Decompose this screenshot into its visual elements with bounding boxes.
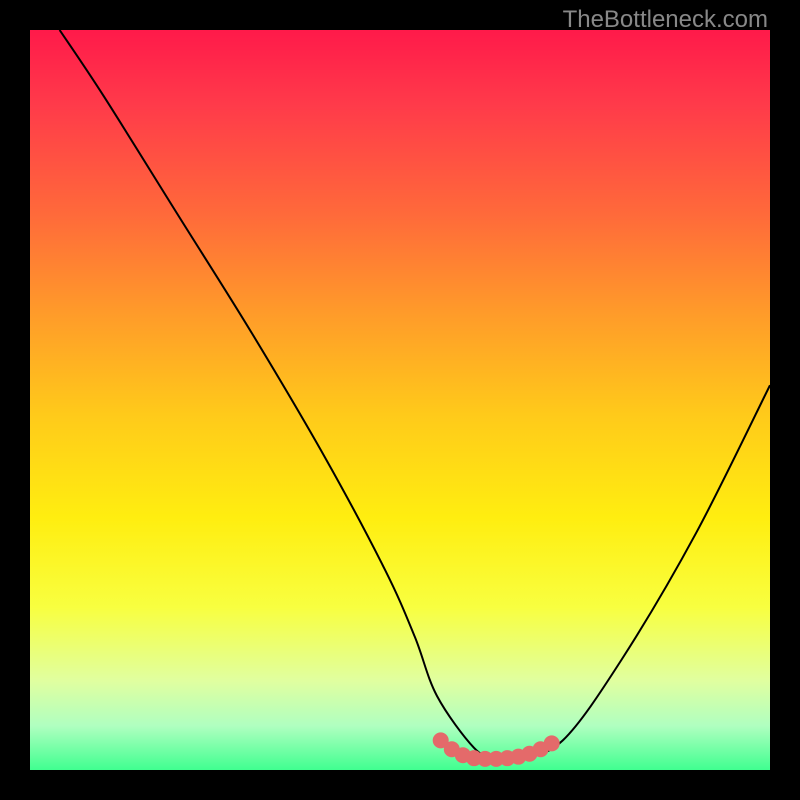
chart-container: TheBottleneck.com xyxy=(0,0,800,800)
sweet-spot-dots xyxy=(433,732,560,767)
sweet-spot-dot xyxy=(544,735,560,751)
plot-area xyxy=(30,30,770,770)
watermark-text: TheBottleneck.com xyxy=(563,6,768,34)
highlight-layer xyxy=(30,30,770,770)
